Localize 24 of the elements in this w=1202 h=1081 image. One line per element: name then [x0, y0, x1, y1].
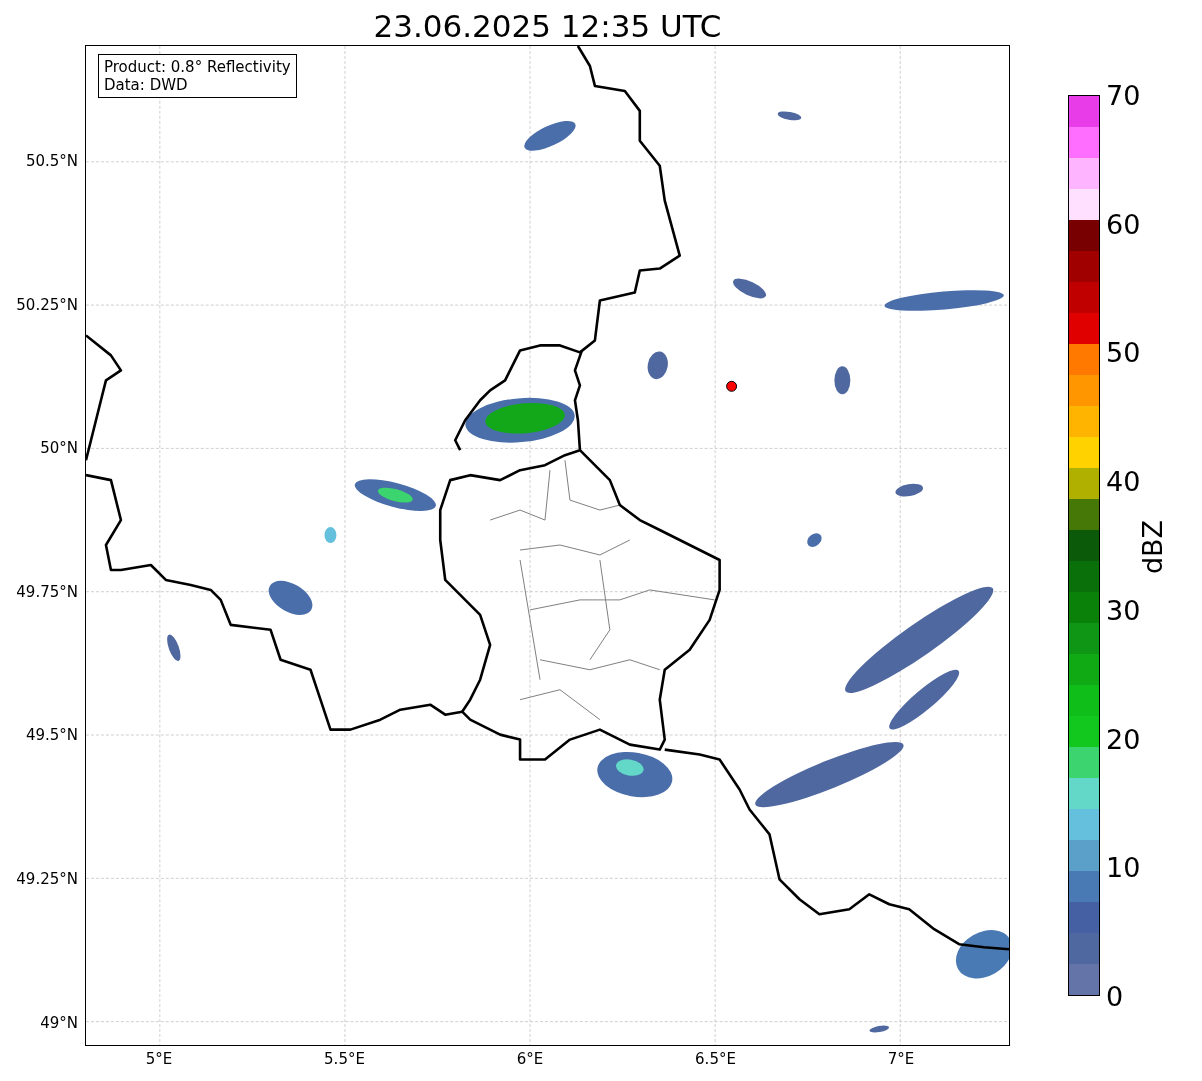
- latitude-label: 49.5°N: [25, 726, 78, 745]
- colorbar-tick-label: 60: [1106, 208, 1141, 240]
- latitude-label: 49.25°N: [16, 870, 78, 888]
- longitude-label: 5°E: [145, 1050, 173, 1068]
- colorbar-tick-label: 0: [1106, 980, 1124, 1012]
- colorbar-tick-label: 30: [1106, 594, 1141, 626]
- info-text: Product: 0.8° Reflectivity: [104, 58, 291, 76]
- latitude-label: 49.75°N: [16, 582, 78, 601]
- latitude-label: 49°N: [40, 1013, 78, 1032]
- colorbar-tick-label: 50: [1106, 336, 1141, 368]
- latitude-label: 50.25°N: [16, 295, 78, 314]
- colorbar-tick-label: 20: [1106, 723, 1141, 755]
- chart-title: 23.06.2025 12:35 UTC: [373, 7, 722, 45]
- latitude-label: 50.5°N: [25, 152, 78, 170]
- info-text: Data: DWD: [104, 76, 189, 94]
- colorbar-tick-label: 70: [1106, 79, 1141, 111]
- colorbar-tick-label: 10: [1106, 851, 1141, 883]
- colorbar-tick-label: 40: [1106, 465, 1141, 497]
- longitude-label: 5.5°E: [324, 1050, 365, 1068]
- longitude-label: 6.5°E: [695, 1050, 736, 1068]
- latitude-label: 50°N: [40, 439, 78, 458]
- longitude-label: 6°E: [516, 1050, 544, 1068]
- longitude-label: 7°E: [887, 1050, 915, 1068]
- colorbar-label: dBZ: [1136, 519, 1168, 575]
